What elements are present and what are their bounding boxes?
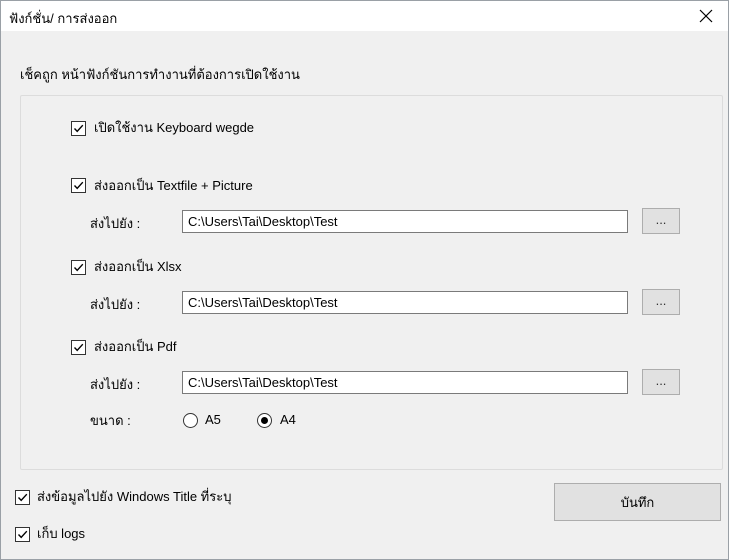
size-a4-label: A4 — [280, 412, 296, 427]
size-a4-radio[interactable] — [257, 413, 272, 428]
checkmark-icon — [73, 343, 84, 352]
textfile-path-label: ส่งไปยัง : — [90, 216, 141, 231]
keep-logs-checkbox[interactable] — [15, 527, 30, 542]
send-to-window-checkbox[interactable] — [15, 490, 30, 505]
save-button[interactable]: บันทึก — [554, 483, 721, 521]
keep-logs-label: เก็บ logs — [37, 526, 86, 541]
export-textfile-checkbox[interactable] — [71, 178, 86, 193]
xlsx-browse-button[interactable]: ... — [642, 289, 680, 315]
instruction-text: เช็คถูก หน้าฟังก์ชันการทำงานที่ต้องการเป… — [20, 67, 300, 82]
pdf-path-label: ส่งไปยัง : — [90, 377, 141, 392]
keyboard-wedge-checkbox[interactable] — [71, 121, 86, 136]
close-button[interactable] — [684, 1, 728, 31]
xlsx-path-input[interactable]: C:\Users\Tai\Desktop\Test — [182, 291, 628, 314]
send-to-window-label: ส่งข้อมูลไปยัง Windows Title ที่ระบุ — [37, 489, 232, 504]
size-a5-radio[interactable] — [183, 413, 198, 428]
size-a5-label: A5 — [205, 412, 221, 427]
textfile-browse-button[interactable]: ... — [642, 208, 680, 234]
export-pdf-checkbox[interactable] — [71, 340, 86, 355]
textfile-path-input[interactable]: C:\Users\Tai\Desktop\Test — [182, 210, 628, 233]
checkmark-icon — [73, 181, 84, 190]
window-title: ฟังก์ชั่น/ การส่งออก — [9, 11, 118, 26]
export-xlsx-checkbox[interactable] — [71, 260, 86, 275]
radio-selected-dot — [261, 417, 268, 424]
pdf-size-label: ขนาด : — [90, 413, 131, 428]
export-textfile-label: ส่งออกเป็น Textfile + Picture — [94, 178, 253, 193]
title-bar: ฟังก์ชั่น/ การส่งออก — [1, 1, 728, 31]
checkmark-icon — [17, 493, 28, 502]
checkmark-icon — [73, 263, 84, 272]
pdf-path-input[interactable]: C:\Users\Tai\Desktop\Test — [182, 371, 628, 394]
export-pdf-label: ส่งออกเป็น Pdf — [94, 339, 177, 354]
keyboard-wedge-label: เปิดใช้งาน Keyboard wegde — [94, 120, 255, 135]
close-icon — [699, 9, 713, 23]
dialog-window: ฟังก์ชั่น/ การส่งออก เช็คถูก หน้าฟังก์ชั… — [0, 0, 729, 560]
checkmark-icon — [73, 124, 84, 133]
checkmark-icon — [17, 530, 28, 539]
xlsx-path-label: ส่งไปยัง : — [90, 297, 141, 312]
export-xlsx-label: ส่งออกเป็น Xlsx — [94, 259, 182, 274]
pdf-browse-button[interactable]: ... — [642, 369, 680, 395]
